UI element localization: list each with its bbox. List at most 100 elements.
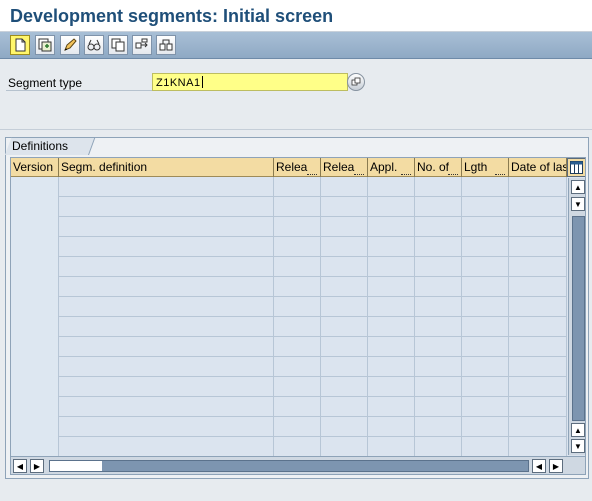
table-cell[interactable] <box>321 317 368 337</box>
table-cell[interactable] <box>462 337 509 357</box>
table-cell[interactable] <box>59 197 274 217</box>
table-cell[interactable] <box>509 217 567 237</box>
table-cell[interactable] <box>274 277 321 297</box>
table-cell[interactable] <box>462 237 509 257</box>
table-row[interactable] <box>11 357 567 377</box>
table-row[interactable] <box>11 257 567 277</box>
column-header-length[interactable]: Lgth <box>462 158 509 177</box>
table-cell[interactable] <box>462 317 509 337</box>
scroll-left-page-button[interactable]: ◀ <box>532 459 546 473</box>
table-cell[interactable] <box>11 177 59 197</box>
table-cell[interactable] <box>368 177 415 197</box>
table-cell[interactable] <box>321 277 368 297</box>
table-cell[interactable] <box>11 277 59 297</box>
table-cell[interactable] <box>321 357 368 377</box>
table-cell[interactable] <box>368 377 415 397</box>
table-cell[interactable] <box>274 197 321 217</box>
table-cell[interactable] <box>274 317 321 337</box>
table-cell[interactable] <box>462 177 509 197</box>
horizontal-scrollbar[interactable]: ◀ ▶ ◀ ▶ <box>11 456 585 474</box>
table-cell[interactable] <box>59 337 274 357</box>
table-cell[interactable] <box>509 397 567 417</box>
table-cell[interactable] <box>321 397 368 417</box>
table-cell[interactable] <box>59 297 274 317</box>
table-cell[interactable] <box>368 277 415 297</box>
column-header-release-1[interactable]: Relea <box>274 158 321 177</box>
value-help-button[interactable] <box>347 73 365 91</box>
table-cell[interactable] <box>59 317 274 337</box>
table-cell[interactable] <box>274 217 321 237</box>
table-cell[interactable] <box>415 337 462 357</box>
scroll-page-down-button[interactable]: ▲ <box>571 423 585 437</box>
table-cell[interactable] <box>415 417 462 437</box>
table-row[interactable] <box>11 237 567 257</box>
table-cell[interactable] <box>415 197 462 217</box>
table-row[interactable] <box>11 277 567 297</box>
table-cell[interactable] <box>321 177 368 197</box>
table-cell[interactable] <box>321 377 368 397</box>
table-cell[interactable] <box>11 437 59 457</box>
table-row[interactable] <box>11 197 567 217</box>
table-cell[interactable] <box>274 257 321 277</box>
table-cell[interactable] <box>11 297 59 317</box>
table-cell[interactable] <box>462 297 509 317</box>
table-row[interactable] <box>11 317 567 337</box>
table-settings-button[interactable] <box>567 158 585 177</box>
table-cell[interactable] <box>59 237 274 257</box>
column-header-segm-definition[interactable]: Segm. definition <box>59 158 274 177</box>
table-cell[interactable] <box>368 437 415 457</box>
table-cell[interactable] <box>274 417 321 437</box>
table-row[interactable] <box>11 337 567 357</box>
column-header-version[interactable]: Version <box>11 158 59 177</box>
table-cell[interactable] <box>11 237 59 257</box>
table-cell[interactable] <box>509 377 567 397</box>
table-cell[interactable] <box>11 397 59 417</box>
table-cell[interactable] <box>415 237 462 257</box>
table-cell[interactable] <box>59 217 274 237</box>
table-cell[interactable] <box>321 237 368 257</box>
table-cell[interactable] <box>415 397 462 417</box>
table-cell[interactable] <box>415 377 462 397</box>
table-cell[interactable] <box>274 177 321 197</box>
vertical-scroll-thumb[interactable] <box>572 216 585 421</box>
table-cell[interactable] <box>462 377 509 397</box>
table-cell[interactable] <box>462 197 509 217</box>
table-row[interactable] <box>11 217 567 237</box>
change-button[interactable] <box>60 35 80 55</box>
table-cell[interactable] <box>415 277 462 297</box>
table-cell[interactable] <box>11 317 59 337</box>
table-cell[interactable] <box>509 297 567 317</box>
table-cell[interactable] <box>462 217 509 237</box>
table-cell[interactable] <box>509 237 567 257</box>
scroll-down-button[interactable]: ▼ <box>571 439 585 453</box>
table-cell[interactable] <box>368 417 415 437</box>
display-button[interactable] <box>84 35 104 55</box>
table-cell[interactable] <box>321 337 368 357</box>
horizontal-scroll-thumb[interactable] <box>49 460 529 472</box>
table-cell[interactable] <box>274 337 321 357</box>
scroll-page-up-button[interactable]: ▼ <box>571 197 585 211</box>
table-cell[interactable] <box>368 237 415 257</box>
table-row[interactable] <box>11 377 567 397</box>
segment-type-input[interactable]: Z1KNA1 <box>152 73 348 91</box>
table-cell[interactable] <box>11 337 59 357</box>
table-cell[interactable] <box>462 417 509 437</box>
table-cell[interactable] <box>415 257 462 277</box>
table-cell[interactable] <box>509 417 567 437</box>
table-cell[interactable] <box>11 417 59 437</box>
table-cell[interactable] <box>274 437 321 457</box>
table-cell[interactable] <box>321 437 368 457</box>
table-cell[interactable] <box>368 317 415 337</box>
table-cell[interactable] <box>509 177 567 197</box>
table-cell[interactable] <box>274 297 321 317</box>
table-cell[interactable] <box>59 257 274 277</box>
scroll-right-button[interactable]: ▶ <box>549 459 563 473</box>
scroll-right-page-button[interactable]: ▶ <box>30 459 44 473</box>
create-button[interactable] <box>10 35 30 55</box>
table-cell[interactable] <box>415 357 462 377</box>
transport-button[interactable] <box>132 35 152 55</box>
table-cell[interactable] <box>509 257 567 277</box>
table-cell[interactable] <box>509 437 567 457</box>
column-header-date-of-last[interactable]: Date of las <box>509 158 567 177</box>
convert-button[interactable] <box>156 35 176 55</box>
